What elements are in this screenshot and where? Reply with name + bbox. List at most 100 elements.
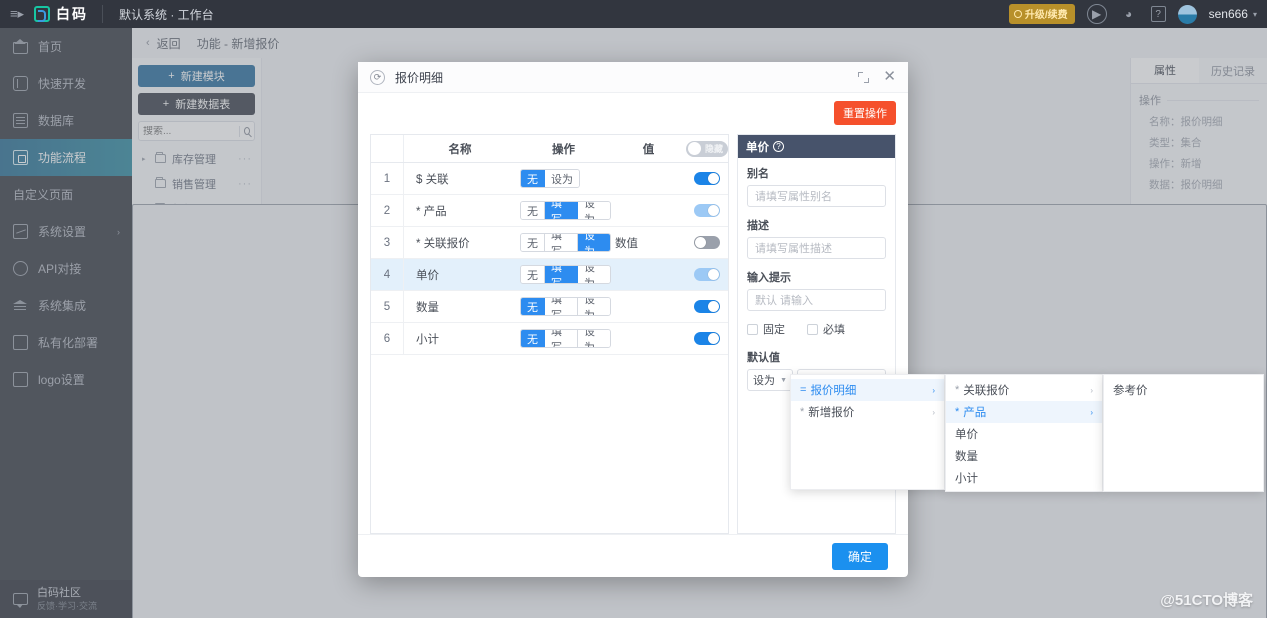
operation-segmented[interactable]: 无 设为: [520, 169, 580, 189]
op-fill[interactable]: 填写: [545, 202, 578, 220]
cascader-item-label: 关联报价: [963, 385, 1010, 397]
refresh-icon[interactable]: ⟳: [370, 69, 385, 85]
desc-label: 描述: [747, 220, 769, 233]
cascader-item-quotedetail[interactable]: = 报价明细 ›: [791, 379, 944, 401]
cascader-item-quantity[interactable]: 数量: [946, 445, 1102, 467]
table-header: 名称 操作 值 隐藏: [371, 135, 728, 164]
op-none[interactable]: 无: [521, 298, 545, 316]
cascader-item-subtotal[interactable]: 小计: [946, 467, 1102, 489]
system-label: 默认系统 · 工作台: [119, 7, 214, 22]
default-op-select[interactable]: 设为 ▼: [747, 369, 793, 392]
cascader-column-1: = 报价明细 › * 新增报价 ›: [790, 374, 945, 490]
chevron-down-icon[interactable]: ▾: [1253, 10, 1257, 19]
table-row[interactable]: 2 * 产品 无 填写 设为: [371, 195, 728, 228]
reset-row: 重置操作: [370, 101, 896, 126]
row-toggle-cell: [686, 259, 728, 290]
cascader-item-product[interactable]: * 产品 ›: [946, 401, 1102, 423]
row-value: [611, 195, 686, 226]
row-name: * 产品: [416, 205, 447, 218]
op-setto[interactable]: 设为: [578, 298, 610, 316]
desc-placeholder: 请填写属性描述: [755, 243, 832, 256]
header-name: 名称: [448, 143, 472, 156]
avatar[interactable]: [1177, 4, 1197, 24]
desc-field[interactable]: 请填写属性描述: [747, 237, 886, 260]
top-bar: ≡▸ 白码 默认系统 · 工作台 升级/续费 ▶ ◕ ? sen666 ▾: [0, 0, 1267, 28]
op-setto[interactable]: 设为: [578, 234, 610, 252]
row-name: $ 关联: [416, 173, 449, 186]
op-setto[interactable]: 设为: [578, 266, 610, 284]
fixed-checkbox[interactable]: 固定: [747, 321, 785, 337]
row-index: 1: [371, 163, 404, 195]
op-none[interactable]: 无: [521, 234, 545, 252]
op-fill[interactable]: 填写: [545, 330, 578, 348]
cascader-item-newquote[interactable]: * 新增报价 ›: [791, 401, 944, 423]
prefix-icon: =: [800, 384, 807, 396]
op-none[interactable]: 无: [521, 266, 545, 284]
header-operation: 操作: [552, 143, 575, 156]
confirm-button[interactable]: 确定: [831, 542, 888, 570]
row-toggle[interactable]: [694, 204, 720, 218]
op-none[interactable]: 无: [521, 330, 545, 348]
alias-field[interactable]: 请填写属性别名: [747, 185, 886, 208]
header-index: [371, 135, 404, 163]
prefix-icon: *: [955, 384, 960, 396]
operation-segmented[interactable]: 无 填写 设为: [520, 201, 611, 221]
table-row[interactable]: 3 * 关联报价 无 填写 设为 数值: [371, 227, 728, 260]
expand-icon[interactable]: [858, 71, 870, 83]
table-row[interactable]: 4 单价 无 填写 设为: [371, 259, 728, 292]
op-fill[interactable]: 填写: [545, 298, 578, 316]
upgrade-button[interactable]: 升级/续费: [1008, 4, 1075, 24]
row-operation: 无 填写 设为: [516, 291, 611, 322]
op-fill[interactable]: 填写: [545, 266, 578, 284]
fields-table: 名称 操作 值 隐藏 1 $ 关联 无 设为 2 * 产品 无 填写 设为 3 …: [370, 134, 729, 535]
chevron-right-icon: ›: [932, 385, 935, 395]
hide-all-toggle[interactable]: 隐藏: [686, 140, 728, 157]
row-toggle[interactable]: [694, 300, 720, 314]
modal-header: ⟳ 报价明细 ✕: [358, 62, 908, 94]
required-label: 必填: [823, 324, 845, 337]
headset-icon[interactable]: ◕: [1119, 4, 1139, 24]
row-value: [611, 291, 686, 322]
cascader-item-relatedquote[interactable]: * 关联报价 ›: [946, 379, 1102, 401]
collapse-icon[interactable]: ≡▸: [0, 6, 34, 22]
op-setto[interactable]: 设为: [545, 170, 579, 188]
hint-field[interactable]: 默认 请输入: [747, 289, 886, 312]
property-checkboxes: 固定 必填: [747, 321, 886, 337]
question-icon[interactable]: ?: [773, 141, 784, 153]
row-toggle[interactable]: [694, 172, 720, 186]
alias-placeholder: 请填写属性别名: [755, 191, 832, 204]
row-toggle[interactable]: [694, 268, 720, 282]
operation-segmented[interactable]: 无 填写 设为: [520, 233, 611, 253]
quote-detail-modal: ⟳ 报价明细 ✕ 重置操作 名称 操作 值 隐藏 1 $ 关联 无 设为 2 *…: [358, 62, 908, 577]
operation-segmented[interactable]: 无 填写 设为: [520, 297, 611, 317]
cascader-item-label: 数量: [955, 451, 978, 463]
required-checkbox[interactable]: 必填: [807, 321, 845, 337]
play-circle-icon[interactable]: ▶: [1086, 4, 1107, 24]
row-name: 单价: [416, 269, 439, 282]
row-index: 5: [371, 291, 404, 323]
op-fill[interactable]: 填写: [545, 234, 578, 252]
op-none[interactable]: 无: [521, 170, 545, 188]
row-name: 小计: [416, 333, 439, 346]
checkbox-icon[interactable]: [747, 323, 758, 335]
close-icon[interactable]: ✕: [883, 69, 896, 84]
cascader-item-unitprice[interactable]: 单价: [946, 423, 1102, 445]
operation-segmented[interactable]: 无 填写 设为: [520, 265, 611, 285]
table-row[interactable]: 6 小计 无 填写 设为: [371, 323, 728, 356]
username[interactable]: sen666: [1209, 7, 1248, 21]
checkbox-icon[interactable]: [807, 323, 818, 335]
operation-segmented[interactable]: 无 填写 设为: [520, 329, 611, 349]
cascader-item-referenceprice[interactable]: 参考价: [1104, 379, 1263, 401]
table-row[interactable]: 1 $ 关联 无 设为: [371, 163, 728, 196]
question-box-icon[interactable]: ?: [1150, 6, 1166, 22]
hint-placeholder: 默认 请输入: [755, 295, 814, 308]
op-setto[interactable]: 设为: [578, 330, 610, 348]
row-toggle[interactable]: [694, 236, 720, 250]
table-row[interactable]: 5 数量 无 填写 设为: [371, 291, 728, 324]
row-value: [611, 163, 686, 194]
row-toggle[interactable]: [694, 332, 720, 346]
op-none[interactable]: 无: [521, 202, 545, 220]
brand-logo-icon: [34, 6, 50, 22]
reset-operation-button[interactable]: 重置操作: [834, 101, 896, 126]
op-setto[interactable]: 设为: [578, 202, 610, 220]
